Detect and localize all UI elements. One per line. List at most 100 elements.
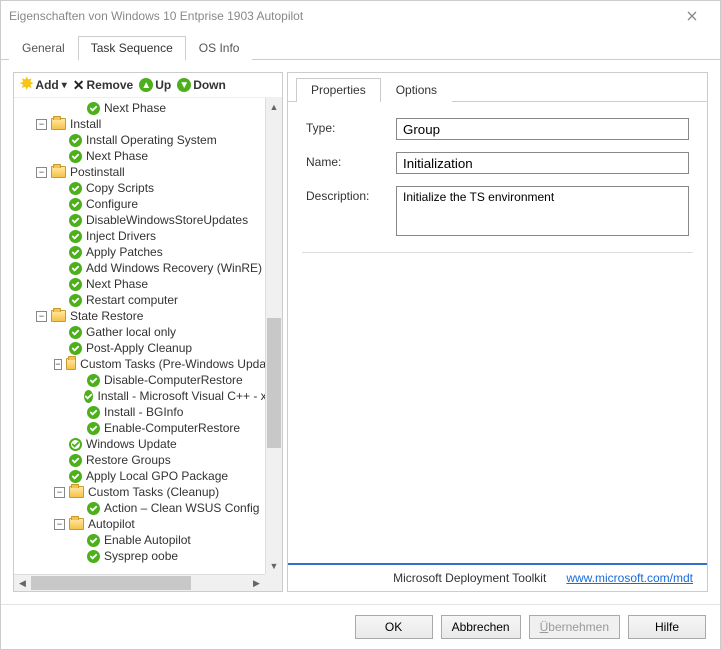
tree-item-label: Custom Tasks (Pre-Windows Update) xyxy=(78,357,282,371)
tree-item-label: Install - BGInfo xyxy=(102,405,185,419)
tree-item[interactable]: Disable-ComputerRestore xyxy=(18,372,282,388)
tree-item-label: Enable Autopilot xyxy=(102,533,193,547)
tree-item-label: Gather local only xyxy=(84,325,178,339)
tree-item[interactable]: Inject Drivers xyxy=(18,228,282,244)
expander-placeholder xyxy=(54,295,65,306)
scroll-right-arrow[interactable]: ▶ xyxy=(248,575,265,591)
tab-general[interactable]: General xyxy=(9,36,78,60)
expander-placeholder xyxy=(72,375,83,386)
expander-placeholder xyxy=(54,471,65,482)
expander-icon[interactable]: − xyxy=(36,119,47,130)
add-label: Add xyxy=(35,78,58,92)
tree-item-label: Enable-ComputerRestore xyxy=(102,421,242,435)
expander-icon[interactable]: − xyxy=(36,167,47,178)
scroll-down-arrow[interactable]: ▼ xyxy=(266,557,282,574)
name-field[interactable] xyxy=(396,152,689,174)
type-field[interactable] xyxy=(396,118,689,140)
tree-item[interactable]: −Postinstall xyxy=(18,164,282,180)
tree-item[interactable]: Apply Local GPO Package xyxy=(18,468,282,484)
expander-icon[interactable]: − xyxy=(54,359,62,370)
form-area: Type: Name: Description: xyxy=(288,102,707,563)
folder-icon xyxy=(51,166,66,178)
add-button[interactable]: ✸ Add ▾ xyxy=(20,77,67,93)
check-icon xyxy=(69,134,82,147)
scroll-left-arrow[interactable]: ◀ xyxy=(14,575,31,591)
properties-panel: Properties Options Type: Name: Descripti… xyxy=(287,72,708,592)
folder-icon xyxy=(51,118,66,130)
tree-item[interactable]: DisableWindowsStoreUpdates xyxy=(18,212,282,228)
apply-button[interactable]: Übernehmen xyxy=(529,615,620,639)
cancel-button[interactable]: Abbrechen xyxy=(441,615,521,639)
tree-item[interactable]: −State Restore xyxy=(18,308,282,324)
tree-item-label: Windows Update xyxy=(84,437,179,451)
scroll-thumb-horizontal[interactable] xyxy=(31,576,191,590)
check-icon xyxy=(69,342,82,355)
remove-button[interactable]: ✕ Remove xyxy=(73,78,133,92)
ok-button[interactable]: OK xyxy=(355,615,433,639)
expander-icon[interactable]: − xyxy=(36,311,47,322)
check-icon xyxy=(87,534,100,547)
expander-placeholder xyxy=(72,535,83,546)
task-tree-panel: ✸ Add ▾ ✕ Remove ▲ Up ▼ Down Next P xyxy=(13,72,283,592)
tree-item[interactable]: Apply Patches xyxy=(18,244,282,260)
check-icon xyxy=(69,326,82,339)
expander-placeholder xyxy=(72,103,83,114)
close-button[interactable] xyxy=(672,1,712,31)
tab-os-info[interactable]: OS Info xyxy=(186,36,253,60)
horizontal-scrollbar[interactable]: ◀ ▶ xyxy=(14,574,265,591)
tree-item[interactable]: Sysprep oobe xyxy=(18,548,282,564)
folder-icon xyxy=(51,310,66,322)
tree-item[interactable]: Next Phase xyxy=(18,276,282,292)
tree-item[interactable]: Enable-ComputerRestore xyxy=(18,420,282,436)
tree-item[interactable]: Restart computer xyxy=(18,292,282,308)
check-icon xyxy=(87,102,100,115)
subtab-options[interactable]: Options xyxy=(381,78,452,102)
expander-placeholder xyxy=(54,183,65,194)
branding-link[interactable]: www.microsoft.com/mdt xyxy=(566,571,693,585)
scroll-thumb-vertical[interactable] xyxy=(267,318,281,448)
tree-item[interactable]: Copy Scripts xyxy=(18,180,282,196)
expander-icon[interactable]: − xyxy=(54,487,65,498)
tree-item-label: Disable-ComputerRestore xyxy=(102,373,245,387)
tree-item-label: Copy Scripts xyxy=(84,181,156,195)
help-button[interactable]: Hilfe xyxy=(628,615,706,639)
tree-item[interactable]: Action – Clean WSUS Config xyxy=(18,500,282,516)
close-icon xyxy=(687,11,697,21)
tree-item[interactable]: Next Phase xyxy=(18,100,282,116)
tree-item[interactable]: Enable Autopilot xyxy=(18,532,282,548)
vertical-scrollbar[interactable]: ▲ ▼ xyxy=(265,98,282,574)
tree-item-label: Apply Patches xyxy=(84,245,165,259)
task-tree[interactable]: Next Phase−InstallInstall Operating Syst… xyxy=(14,98,282,591)
check-icon xyxy=(69,198,82,211)
up-button[interactable]: ▲ Up xyxy=(139,78,171,92)
tree-item[interactable]: Next Phase xyxy=(18,148,282,164)
tree-item[interactable]: Add Windows Recovery (WinRE) xyxy=(18,260,282,276)
tree-item[interactable]: Install Operating System xyxy=(18,132,282,148)
tree-item[interactable]: −Autopilot xyxy=(18,516,282,532)
branding-text: Microsoft Deployment Toolkit xyxy=(393,571,546,585)
tree-item-label: Action – Clean WSUS Config xyxy=(102,501,261,515)
tree-item[interactable]: Configure xyxy=(18,196,282,212)
expander-placeholder xyxy=(54,231,65,242)
tree-item[interactable]: Install - Microsoft Visual C++ - x86 xyxy=(18,388,282,404)
tree-item[interactable]: −Custom Tasks (Cleanup) xyxy=(18,484,282,500)
subtab-properties[interactable]: Properties xyxy=(296,78,381,102)
tree-item[interactable]: − Custom Tasks (Pre-Windows Update) xyxy=(18,356,282,372)
tree-item[interactable]: Post-Apply Cleanup xyxy=(18,340,282,356)
name-label: Name: xyxy=(306,152,388,169)
tab-task-sequence[interactable]: Task Sequence xyxy=(78,36,186,60)
tree-item[interactable]: −Install xyxy=(18,116,282,132)
tree-item[interactable]: Restore Groups xyxy=(18,452,282,468)
down-button[interactable]: ▼ Down xyxy=(177,78,226,92)
description-field[interactable] xyxy=(396,186,689,236)
tree-item[interactable]: Install - BGInfo xyxy=(18,404,282,420)
check-icon xyxy=(87,550,100,563)
sub-tabs: Properties Options xyxy=(288,77,707,102)
scroll-up-arrow[interactable]: ▲ xyxy=(266,98,282,115)
tree-item[interactable]: Gather local only xyxy=(18,324,282,340)
tree-item-label: Next Phase xyxy=(84,277,150,291)
expander-icon[interactable]: − xyxy=(54,519,65,530)
dropdown-icon: ▾ xyxy=(62,80,67,91)
tree-item[interactable]: Windows Update xyxy=(18,436,282,452)
check-icon xyxy=(69,246,82,259)
